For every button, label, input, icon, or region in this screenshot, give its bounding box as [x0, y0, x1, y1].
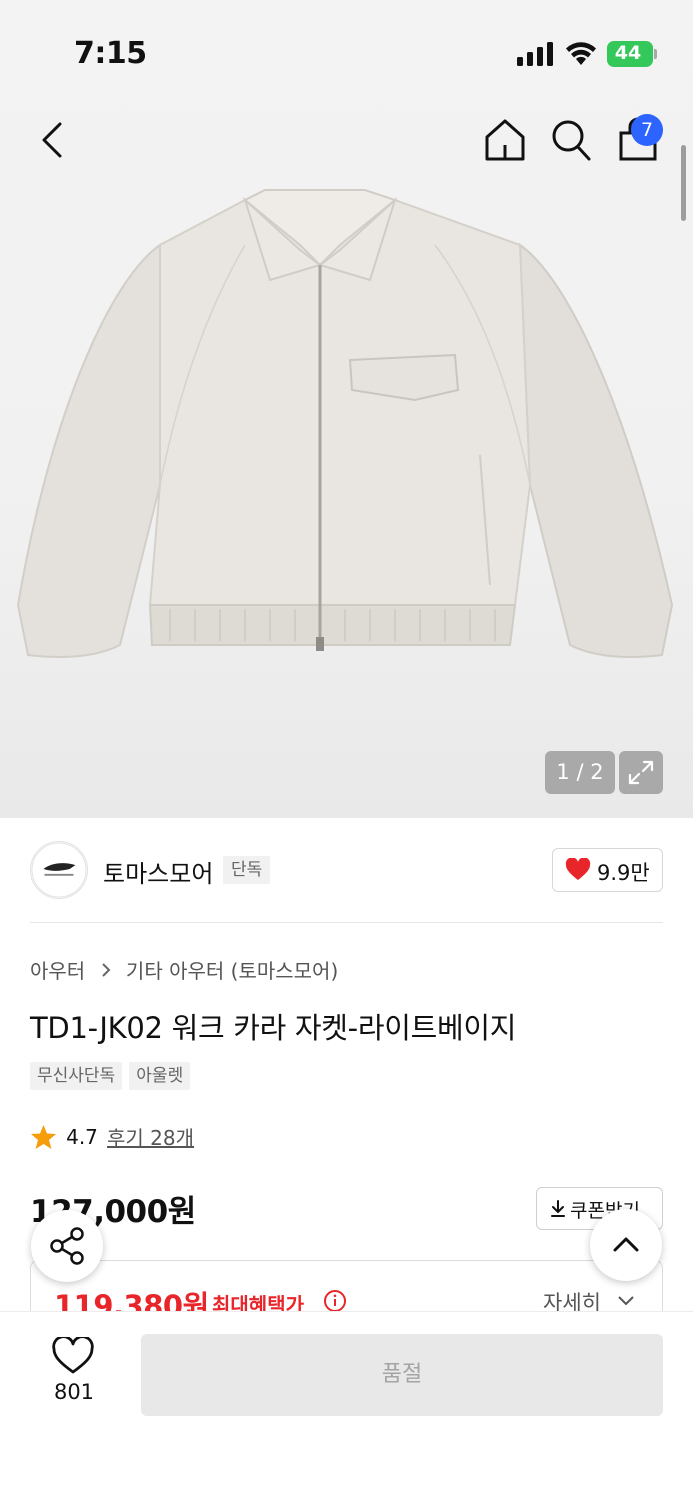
home-icon[interactable]	[482, 117, 528, 163]
product-tags: 무신사단독 아울렛	[30, 1062, 192, 1090]
battery-level: 44	[614, 42, 642, 64]
rating-score: 4.7	[66, 1124, 98, 1149]
battery-icon: 44	[607, 41, 657, 67]
scrollbar-thumb[interactable]	[681, 145, 686, 221]
heart-outline-icon[interactable]	[52, 1337, 94, 1375]
cellular-signal-icon	[517, 42, 553, 66]
share-button[interactable]	[31, 1210, 103, 1282]
status-time: 7:15	[74, 36, 147, 71]
share-icon	[50, 1227, 84, 1265]
image-counter: 1 / 2	[545, 751, 615, 794]
product-tag: 아울렛	[129, 1062, 191, 1090]
status-bar: 7:15 44	[0, 0, 693, 100]
download-icon	[551, 1200, 565, 1217]
expand-icon[interactable]	[619, 751, 663, 794]
star-icon	[31, 1124, 56, 1149]
breadcrumb-subcategory[interactable]: 기타 아우터 (토마스모어)	[126, 959, 338, 983]
review-link[interactable]: 후기 28개	[107, 1122, 194, 1151]
rating-row: 4.7 후기 28개	[30, 1122, 194, 1150]
info-icon[interactable]	[323, 1289, 347, 1313]
cart-count-badge: 7	[631, 114, 663, 146]
brand-logo[interactable]	[30, 841, 88, 899]
wish-count: 801	[53, 1380, 95, 1404]
product-tag: 무신사단독	[30, 1062, 123, 1090]
breadcrumb-category[interactable]: 아우터	[30, 959, 85, 983]
brand-name[interactable]: 토마스모어	[103, 854, 213, 889]
product-image-jacket[interactable]	[10, 185, 682, 665]
chevron-down-icon	[618, 1296, 634, 1306]
heart-icon	[565, 858, 591, 880]
search-icon[interactable]	[549, 117, 593, 163]
chevron-right-icon	[101, 962, 110, 977]
brand-row[interactable]: 토마스모어 단독 9.9만	[30, 841, 663, 901]
wifi-icon	[566, 42, 596, 65]
divider	[30, 922, 663, 923]
chevron-left-icon[interactable]	[34, 118, 74, 162]
product-title: TD1-JK02 워크 카라 자켓-라이트베이지	[30, 1011, 517, 1045]
chevron-up-icon	[613, 1237, 639, 1252]
bottom-action-bar: 801 품절	[0, 1311, 693, 1500]
soldout-button[interactable]: 품절	[141, 1334, 663, 1416]
brand-like-count: 9.9만	[597, 861, 650, 885]
brand-exclusive-tag: 단독	[223, 856, 271, 884]
brand-like-button[interactable]: 9.9만	[552, 848, 663, 892]
scroll-top-button[interactable]	[590, 1209, 662, 1281]
breadcrumb: 아우터 기타 아우터 (토마스모어)	[30, 955, 338, 984]
